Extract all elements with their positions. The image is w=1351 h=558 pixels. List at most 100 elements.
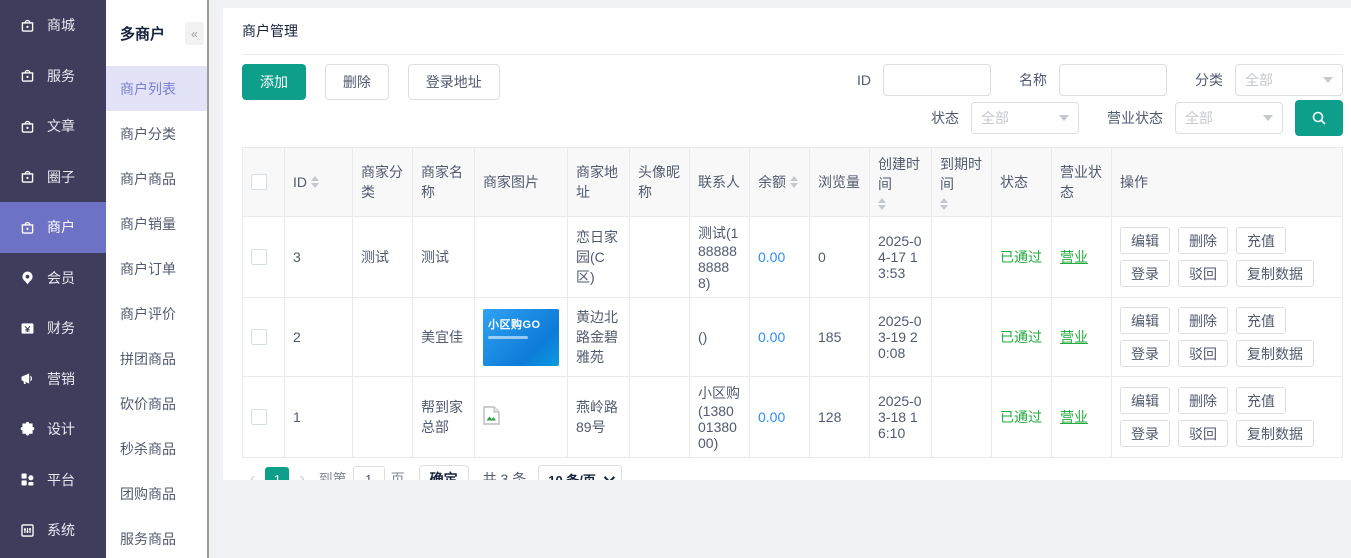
login-address-button[interactable]: 登录地址 [408,64,500,100]
menu-item-merchant-sales[interactable]: 商户销量 [106,201,207,246]
edit-button[interactable]: 编辑 [1120,307,1170,334]
sort-expires-control[interactable] [940,198,948,210]
sidebar-item-platform[interactable]: 平台 [0,455,106,506]
sidebar-item-article[interactable]: 文章 [0,101,106,152]
menu-item-flash-sale-goods[interactable]: 秒杀商品 [106,426,207,471]
select-value: 全部 [981,108,1009,128]
search-button[interactable] [1295,100,1343,136]
sidebar-item-label: 商户 [47,217,75,237]
sidebar-item-service[interactable]: 服务 [0,51,106,102]
reject-button[interactable]: 驳回 [1178,340,1228,367]
pagination: ‹ 1 › 到第 页 确定 共 3 条 10 条/页 [242,465,1343,480]
menu-item-merchant-category[interactable]: 商户分类 [106,111,207,156]
goto-confirm-button[interactable]: 确定 [419,465,469,480]
balance-link[interactable]: 0.00 [758,249,785,265]
cell-image [475,377,568,458]
menu-item-group-purchase-goods[interactable]: 团购商品 [106,471,207,516]
sort-balance-control[interactable] [790,176,798,188]
menu-item-merchant-goods[interactable]: 商户商品 [106,156,207,201]
sidebar-item-circle[interactable]: 圈子 [0,152,106,203]
balance-link[interactable]: 0.00 [758,409,785,425]
sidebar-item-system[interactable]: 系统 [0,505,106,556]
cell-avatar-nick [630,377,690,458]
menu-item-merchant-reviews[interactable]: 商户评价 [106,291,207,336]
prev-page-button[interactable]: ‹ [242,470,263,480]
recharge-button[interactable]: 充值 [1236,387,1286,414]
filter-id-input[interactable] [883,64,991,96]
business-status-link[interactable]: 营业 [1060,329,1088,345]
delete-row-button[interactable]: 删除 [1178,227,1228,254]
sidebar-item-shop[interactable]: 商城 [0,0,106,51]
edit-button[interactable]: 编辑 [1120,387,1170,414]
primary-sidebar: 商城 服务 文章 圈子 商户 会员 财务 营销 设计 平台 系统 [0,0,106,558]
sidebar-item-design[interactable]: 设计 [0,404,106,455]
sidebar-item-marketing[interactable]: 营销 [0,354,106,405]
menu-item-label: 商户订单 [120,259,176,279]
sidebar-collapse-button[interactable]: « [185,22,204,45]
toolbar-buttons: 添加 删除 登录地址 [242,64,515,136]
next-page-button[interactable]: › [291,470,312,480]
cell-id: 3 [285,217,353,298]
column-header-actions: 操作 [1112,148,1343,217]
menu-item-group-buy-goods[interactable]: 拼团商品 [106,336,207,381]
filter-business-status-select[interactable]: 全部 [1175,102,1283,134]
page-size-select[interactable]: 10 条/页 [538,465,622,480]
copy-data-button[interactable]: 复制数据 [1236,340,1314,367]
goto-page-input[interactable] [353,466,385,480]
copy-data-button[interactable]: 复制数据 [1236,260,1314,287]
sidebar-item-merchant[interactable]: 商户 [0,202,106,253]
column-header-id: ID [293,174,307,190]
recharge-button[interactable]: 充值 [1236,307,1286,334]
filter-status-select[interactable]: 全部 [971,102,1079,134]
sidebar-item-finance[interactable]: 财务 [0,303,106,354]
cell-expires [932,377,992,458]
filter-status-label: 状态 [931,108,959,128]
chevron-down-icon [1323,77,1333,83]
sort-id-control[interactable] [311,176,319,188]
select-all-checkbox[interactable] [251,174,267,190]
puzzle-icon [19,421,36,438]
business-status-link[interactable]: 营业 [1060,409,1088,425]
edit-button[interactable]: 编辑 [1120,227,1170,254]
login-button[interactable]: 登录 [1120,340,1170,367]
sidebar-item-label: 服务 [47,66,75,86]
recharge-button[interactable]: 充值 [1236,227,1286,254]
cell-category [353,377,413,458]
cell-name: 美宜佳 [413,298,475,377]
sidebar-scrollbar[interactable] [207,0,216,558]
delete-button[interactable]: 删除 [325,64,389,100]
column-header-expires: 到期时间 [940,154,983,194]
menu-item-label: 拼团商品 [120,349,176,369]
sort-created-control[interactable] [878,198,886,210]
menu-item-label: 商户商品 [120,169,176,189]
column-header-name: 商家名称 [413,148,475,217]
row-checkbox[interactable] [251,249,267,265]
filter-name-input[interactable] [1059,64,1167,96]
sidebar-item-member[interactable]: 会员 [0,253,106,304]
copy-data-button[interactable]: 复制数据 [1236,420,1314,447]
login-button[interactable]: 登录 [1120,420,1170,447]
add-button[interactable]: 添加 [242,64,306,100]
cell-expires [932,217,992,298]
row-checkbox[interactable] [251,409,267,425]
cell-views: 0 [810,217,870,298]
column-header-contact: 联系人 [690,148,750,217]
sidebar-item-label: 商城 [47,15,75,35]
filter-category-select[interactable]: 全部 [1235,64,1343,96]
delete-row-button[interactable]: 删除 [1178,387,1228,414]
menu-item-service-goods[interactable]: 服务商品 [106,516,207,558]
main-content: 商户管理 添加 删除 登录地址 ID 名称 分类 全部 [216,0,1351,558]
business-status-link[interactable]: 营业 [1060,249,1088,265]
login-button[interactable]: 登录 [1120,260,1170,287]
row-checkbox[interactable] [251,329,267,345]
reject-button[interactable]: 驳回 [1178,260,1228,287]
menu-item-merchant-orders[interactable]: 商户订单 [106,246,207,291]
menu-item-bargain-goods[interactable]: 砍价商品 [106,381,207,426]
page-number-button[interactable]: 1 [265,467,289,480]
megaphone-icon [19,370,36,387]
delete-row-button[interactable]: 删除 [1178,307,1228,334]
balance-link[interactable]: 0.00 [758,329,785,345]
cell-avatar-nick [630,298,690,377]
reject-button[interactable]: 驳回 [1178,420,1228,447]
menu-item-merchant-list[interactable]: 商户列表 [106,66,207,111]
